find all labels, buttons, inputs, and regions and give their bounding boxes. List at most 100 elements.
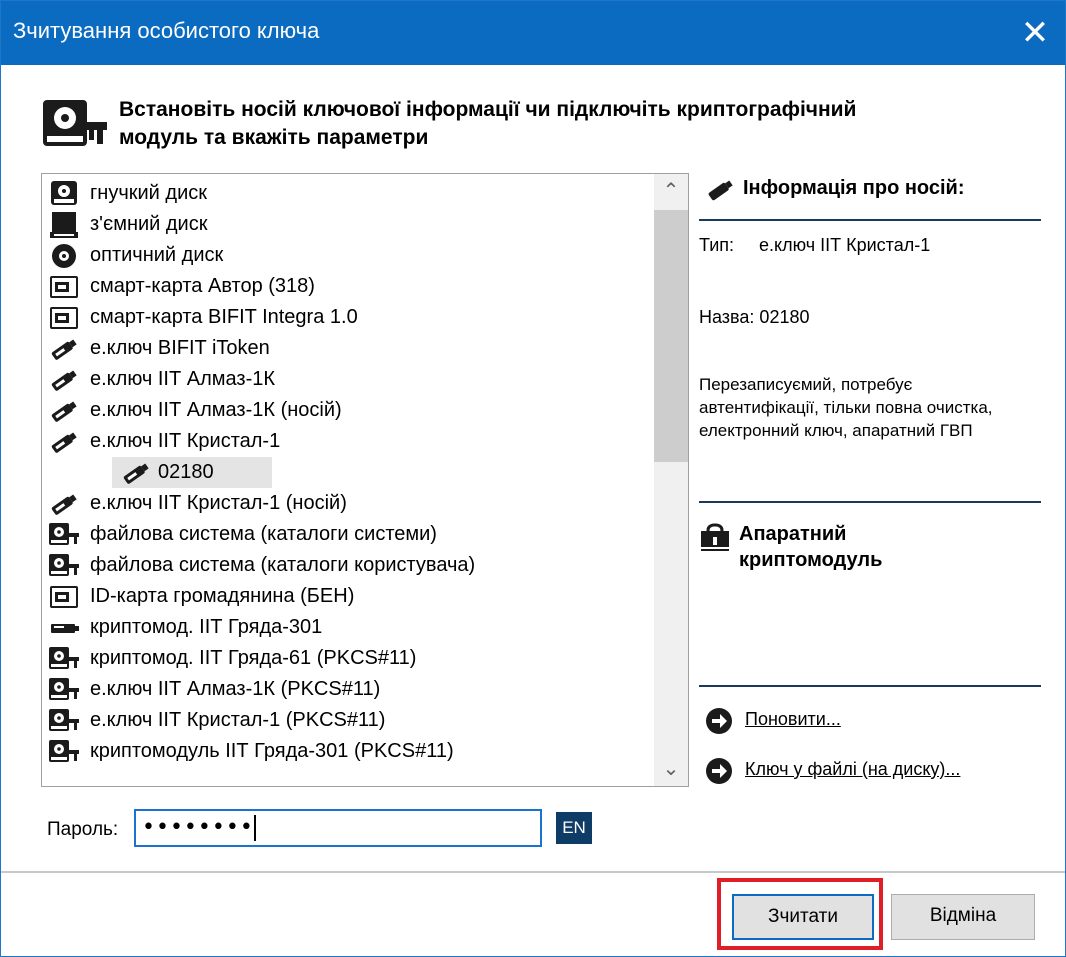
scroll-down-icon[interactable]: ⌄ [654,752,688,786]
list-item-label: е.ключ BIFIT iToken [90,337,270,359]
key-media-icon [43,100,107,146]
type-label: Тип: [699,235,735,255]
crypto-line-2: криптомодуль [739,549,883,571]
list-item-label: смарт-карта Автор (318) [90,275,315,297]
cancel-button[interactable]: Відміна [891,894,1035,940]
usb-key-icon [48,491,80,517]
instruction-text: Встановіть носій ключової інформації чи … [119,96,856,152]
footer-divider [1,871,1065,873]
type-row: Тип: е.ключ ІІТ Кристал-1 [699,235,930,256]
key-media-list[interactable]: гнучкий диск з'ємний диск оптичний диск сма… [41,173,689,787]
type-value: е.ключ ІІТ Кристал-1 [759,235,931,255]
scroll-up-icon[interactable]: ⌃ [654,174,688,208]
title-bar: Зчитування особистого ключа ✕ [1,1,1065,65]
list-item[interactable]: файлова система (каталоги користувача) [42,550,654,581]
key-media-icon [48,677,80,703]
smart-card-icon [48,305,80,331]
info-title-text: Інформація про носій: [743,177,965,199]
list-item-label: файлова система (каталоги системи) [90,523,437,545]
crypto-device-icon [48,615,80,641]
divider [699,685,1041,687]
list-item-label: криптомод. ІІТ Гряда-61 (PKCS#11) [90,647,417,669]
key-media-icon [48,739,80,765]
list-item[interactable]: е.ключ ІІТ Кристал-1 (PKCS#11) [42,705,654,736]
list-item-selected[interactable]: 02180 [42,457,654,488]
list-item-label: е.ключ ІІТ Кристал-1 (PKCS#11) [90,709,386,731]
list-item-label: смарт-карта BIFIT Integra 1.0 [90,306,358,328]
arrow-right-circle-icon [706,708,732,734]
password-label: Пароль: [47,819,119,840]
list-item-label: е.ключ ІІТ Кристал-1 (носій) [90,492,347,514]
list-item-label: гнучкий диск [90,182,208,204]
instruction-line-2: модуль та вкажіть параметри [119,126,429,149]
instruction-header: Встановіть носій ключової інформації чи … [41,96,1021,156]
list-item[interactable]: е.ключ ІІТ Алмаз-1К [42,364,654,395]
divider [699,219,1041,221]
scrollbar-thumb[interactable] [654,210,688,462]
list-item[interactable]: гнучкий диск [42,178,654,209]
list-item[interactable]: е.ключ ІІТ Кристал-1 (носій) [42,488,654,519]
usb-key-icon [708,180,733,201]
list-item[interactable]: з'ємний диск [42,209,654,240]
list-item[interactable]: смарт-карта Автор (318) [42,271,654,302]
refresh-link[interactable]: Поновити... [699,705,1039,737]
smart-card-icon [48,584,80,610]
key-media-icon [48,708,80,734]
removable-disk-icon [48,212,80,238]
usb-key-icon [48,367,80,393]
crypto-module-icon [701,523,729,551]
list-item[interactable]: файлова система (каталоги системи) [42,519,654,550]
list-item-label: криптомод. ІІТ Гряда-301 [90,616,323,638]
file-key-link[interactable]: Ключ у файлі (на диску)... [699,755,1039,787]
dialog-window: Зчитування особистого ключа ✕ Встановіть… [0,0,1066,957]
list-item-label: е.ключ ІІТ Алмаз-1К (носій) [90,399,342,421]
crypto-module-text: Апаратний криптомодуль [739,521,882,573]
divider [699,501,1041,503]
usb-key-icon [48,429,80,455]
floppy-icon [48,181,80,207]
list-item[interactable]: криптомодуль ІІТ Гряда-301 (PKCS#11) [42,736,654,767]
password-field[interactable]: •••••••• [134,809,542,847]
list-item[interactable]: е.ключ BIFIT iToken [42,333,654,364]
key-media-icon [48,646,80,672]
usb-key-icon [48,336,80,362]
smart-card-icon [48,274,80,300]
list-item[interactable]: оптичний диск [42,240,654,271]
arrow-right-circle-icon [706,758,732,784]
name-value: Назва: 02180 [699,307,810,327]
list-item-label: з'ємний диск [90,213,208,235]
list-item[interactable]: е.ключ ІІТ Кристал-1 [42,426,654,457]
crypto-line-1: Апаратний [739,523,847,545]
media-description: Перезаписуємий, потребує автентифікації,… [699,375,993,440]
list-item[interactable]: е.ключ ІІТ Алмаз-1К (PKCS#11) [42,674,654,705]
key-media-icon [48,553,80,579]
list-item[interactable]: криптомод. ІІТ Гряда-301 [42,612,654,643]
window-title: Зчитування особистого ключа [13,18,320,43]
text-caret [253,815,256,841]
keyboard-language-indicator: EN [556,812,592,844]
list-item[interactable]: смарт-карта BIFIT Integra 1.0 [42,302,654,333]
list-item[interactable]: е.ключ ІІТ Алмаз-1К (носій) [42,395,654,426]
list-item-label: е.ключ ІІТ Кристал-1 [90,430,281,452]
password-value: •••••••• [142,815,254,840]
list-item-label: оптичний диск [90,244,224,266]
instruction-line-1: Встановіть носій ключової інформації чи … [119,98,857,121]
info-title: Інформація про носій: [699,173,1039,209]
optical-disk-icon [48,243,80,269]
list-scrollbar[interactable]: ⌃ ⌄ [654,174,688,786]
list-item-label: 02180 [158,461,214,483]
list-item-label: криптомодуль ІІТ Гряда-301 (PKCS#11) [90,740,454,762]
list-item-label: ID-карта громадянина (БЕН) [90,585,355,607]
refresh-link-text[interactable]: Поновити... [745,709,841,730]
file-key-link-text[interactable]: Ключ у файлі (на диску)... [745,759,960,780]
list-item[interactable]: криптомод. ІІТ Гряда-61 (PKCS#11) [42,643,654,674]
list-item-label: е.ключ ІІТ Алмаз-1К (PKCS#11) [90,678,381,700]
list-item-label: е.ключ ІІТ Алмаз-1К [90,368,276,390]
list-item[interactable]: ID-карта громадянина (БЕН) [42,581,654,612]
close-button[interactable]: ✕ [1015,13,1055,53]
highlight-box [717,878,883,950]
key-media-icon [48,522,80,548]
list-item-label: файлова система (каталоги користувача) [90,554,476,576]
usb-key-icon [48,398,80,424]
hardware-crypto-section: Апаратний криптомодуль [699,521,1039,581]
